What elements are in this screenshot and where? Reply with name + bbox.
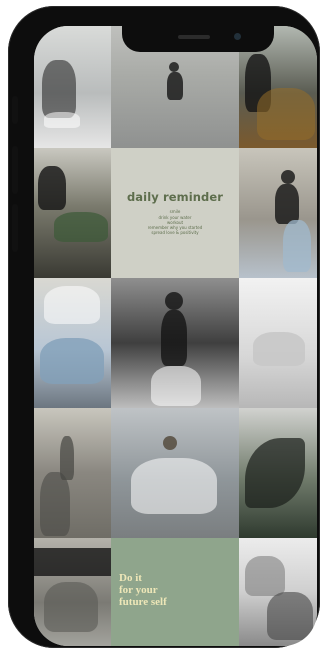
photo-tile[interactable] [111,278,239,408]
side-button-mute [12,96,18,124]
photo-tile[interactable] [34,408,111,538]
speaker-icon [178,35,210,39]
side-button-volume-up [12,146,18,194]
photo-tile[interactable] [239,148,317,278]
quote-card: Do it for your future self [111,538,239,646]
daily-reminder-line: spread love & positivity [151,230,199,236]
photo-grid: daily reminder smile drink your water wo… [34,26,317,646]
quote-line: for your [119,584,158,596]
notch [122,26,274,52]
camera-icon [234,33,241,40]
photo-tile[interactable] [34,148,111,278]
side-button-volume-down [12,204,18,252]
photo-tile[interactable] [239,278,317,408]
daily-reminder-title: daily reminder [126,190,224,205]
photo-tile[interactable] [111,408,239,538]
photo-tile[interactable] [34,26,111,148]
quote-line: future self [119,596,167,608]
phone-frame: daily reminder smile drink your water wo… [8,6,320,648]
photo-tile[interactable] [239,538,317,646]
quote-text: Do it for your future self [119,572,167,608]
photo-tile[interactable] [239,408,317,538]
phone-screen: daily reminder smile drink your water wo… [34,26,317,646]
photo-tile[interactable] [34,538,111,646]
quote-line: Do it [119,572,142,584]
daily-reminder-card: daily reminder smile drink your water wo… [111,148,239,278]
photo-tile[interactable] [34,278,111,408]
